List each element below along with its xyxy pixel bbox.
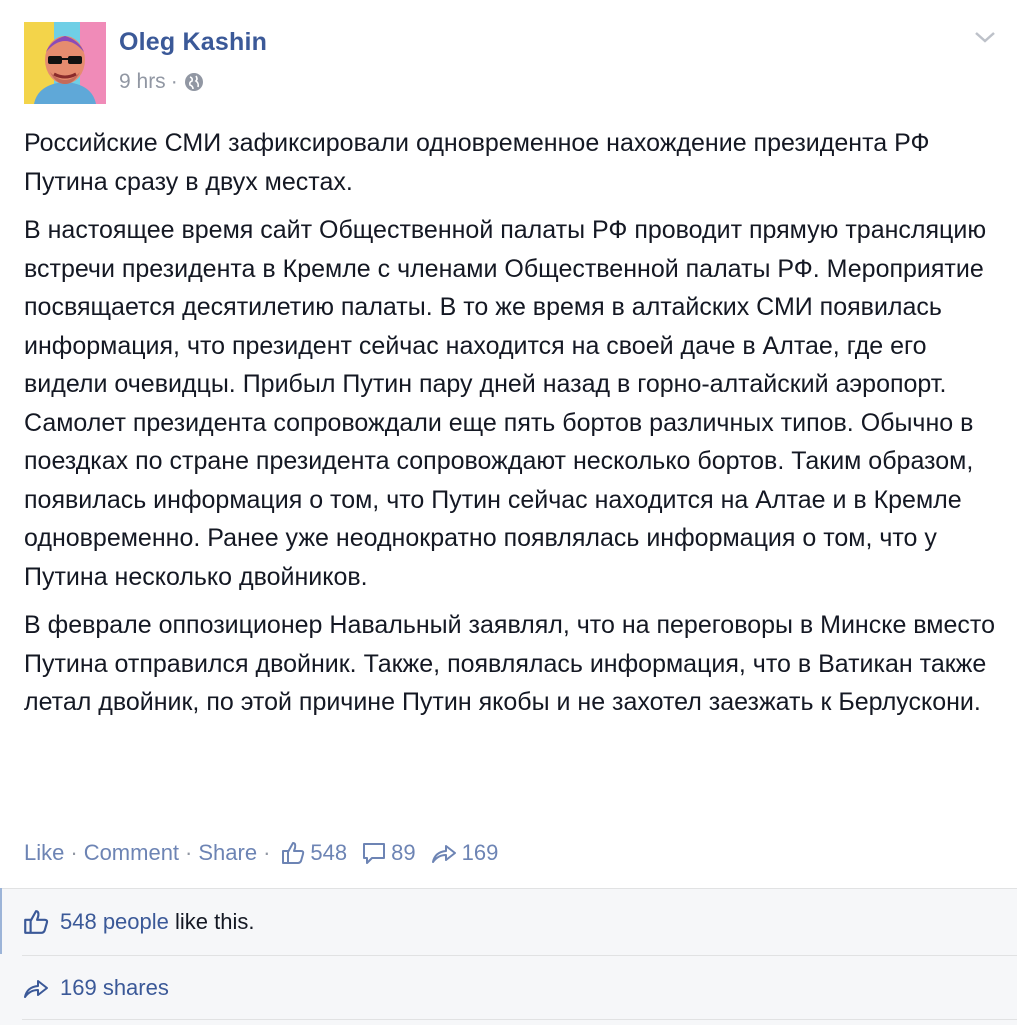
divider — [22, 955, 1017, 956]
shares-summary: 169 shares — [22, 971, 169, 1005]
share-arrow-icon — [24, 980, 48, 998]
post-paragraph: В настоящее время сайт Общественной пала… — [24, 216, 987, 591]
comment-count-value: 89 — [391, 840, 416, 865]
separator: · — [263, 840, 271, 865]
feedback-panel: 548 people like this. 169 shares — [0, 888, 1017, 1025]
author-name[interactable]: Oleg Kashin — [119, 28, 267, 57]
post-paragraph: В феврале оппозиционер Навальный заявлял… — [24, 611, 995, 716]
chevron-down-icon[interactable] — [973, 28, 997, 46]
like-count-value: 548 — [310, 840, 348, 865]
share-count-value: 169 — [461, 840, 499, 865]
share-count[interactable]: 169 — [430, 840, 499, 866]
timestamp[interactable]: 9 hrs — [119, 70, 166, 94]
globe-icon[interactable] — [184, 72, 204, 92]
divider — [22, 1019, 1017, 1020]
share-link[interactable]: Share — [198, 840, 257, 866]
comment-bubble-icon — [363, 843, 386, 864]
post-body: Российские СМИ зафиксировали одновременн… — [24, 124, 999, 732]
likes-people-link[interactable]: 548 people — [60, 909, 169, 935]
likes-summary: 548 people like this. — [22, 905, 254, 939]
avatar-image — [24, 22, 106, 104]
comment-count[interactable]: 89 — [361, 840, 416, 866]
shares-link[interactable]: 169 shares — [60, 975, 169, 1001]
action-bar: Like · Comment · Share · 548 89 169 — [24, 836, 498, 870]
highlight-bar — [0, 888, 2, 954]
thumbs-up-icon — [282, 842, 305, 864]
separator: · — [70, 840, 78, 865]
post-paragraph: Российские СМИ зафиксировали одновременн… — [24, 129, 930, 196]
likes-suffix: like this. — [168, 909, 255, 934]
separator: · — [185, 840, 193, 865]
meta-separator: · — [170, 70, 178, 93]
comment-link[interactable]: Comment — [84, 840, 179, 866]
like-count[interactable]: 548 — [280, 840, 347, 866]
like-link[interactable]: Like — [24, 840, 64, 866]
thumbs-up-icon — [24, 910, 49, 934]
avatar[interactable] — [24, 22, 106, 104]
post-meta: 9 hrs · — [119, 69, 204, 95]
share-arrow-icon — [431, 845, 456, 863]
post-header: Oleg Kashin 9 hrs · — [24, 22, 999, 104]
